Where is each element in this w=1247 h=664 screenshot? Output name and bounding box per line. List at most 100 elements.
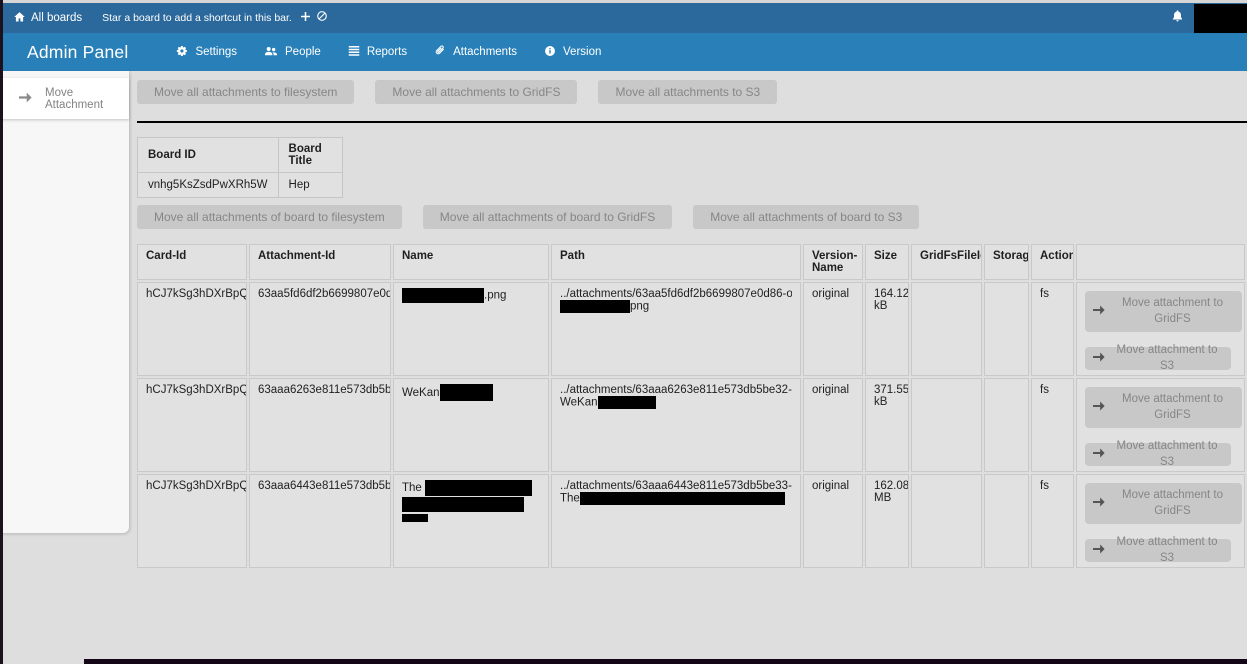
name-cell: .png	[393, 282, 549, 376]
sidebar: Move Attachment	[0, 71, 129, 533]
redacted-text	[402, 514, 428, 522]
gear-icon	[176, 45, 188, 60]
notifications-bell-icon[interactable]	[1171, 9, 1184, 28]
global-actions: Move all attachments to filesystem Move …	[137, 80, 1247, 104]
admin-nav-bar: Admin Panel Settings People Reports	[0, 33, 1247, 71]
divider	[137, 121, 1247, 123]
nav-version[interactable]: Version	[544, 45, 601, 60]
arrow-right-icon	[1093, 497, 1105, 510]
main-content: Move all attachments to filesystem Move …	[137, 71, 1247, 570]
attachments-table: Card-Id Attachment-Id Name Path Version-…	[135, 242, 1247, 570]
arrow-right-icon	[1093, 448, 1105, 461]
redacted-text	[425, 480, 532, 496]
all-boards-label: All boards	[31, 12, 82, 24]
row-buttons-cell: Move attachment to GridFS Move attachmen…	[1076, 474, 1245, 568]
size-cell: 371.55 kB	[865, 378, 909, 472]
sidebar-item-move-attachment[interactable]: Move Attachment	[0, 78, 129, 119]
gridfsfileid-header: GridFsFileId	[911, 244, 982, 280]
attachment-id-cell: 63aa5fd6df2b6699807e0d86	[249, 282, 391, 376]
bottom-edge-bar	[84, 659, 1247, 664]
name-cell: WeKan	[393, 378, 549, 472]
buttons-header	[1076, 244, 1245, 280]
move-attachment-to-gridfs-button[interactable]: Move attachment to GridFS	[1085, 483, 1242, 524]
move-attachment-to-s3-button[interactable]: Move attachment to S3	[1085, 539, 1231, 562]
redacted-text	[402, 497, 524, 512]
attachment-id-cell: 63aaa6263e811e573db5be32	[249, 378, 391, 472]
board-id-cell: vnhg5KsZsdPwXRh5W	[138, 173, 279, 198]
size-cell: 164.12 kB	[865, 282, 909, 376]
move-all-to-filesystem-button[interactable]: Move all attachments to filesystem	[137, 80, 354, 104]
attachment-id-cell: 63aaa6443e811e573db5be33	[249, 474, 391, 568]
move-board-to-filesystem-button[interactable]: Move all attachments of board to filesys…	[137, 205, 402, 229]
action-cell: fs	[1031, 378, 1074, 472]
arrow-right-icon	[1093, 305, 1105, 318]
move-all-to-gridfs-button[interactable]: Move all attachments to GridFS	[375, 80, 577, 104]
redacted-user-avatar[interactable]	[1194, 4, 1247, 33]
row-buttons-cell: Move attachment to GridFS Move attachmen…	[1076, 378, 1245, 472]
board-table: Board ID Board Title vnhg5KsZsdPwXRh5W H…	[137, 137, 343, 198]
arrow-right-icon	[1093, 352, 1105, 365]
move-attachment-to-gridfs-button[interactable]: Move attachment to GridFS	[1085, 291, 1242, 332]
name-cell: The	[393, 474, 549, 568]
sidebar-item-label: Move Attachment	[45, 87, 129, 111]
redacted-text	[598, 396, 656, 409]
name-header: Name	[393, 244, 549, 280]
board-title-cell: Hep	[278, 173, 342, 198]
redacted-text	[402, 288, 484, 303]
path-cell: ../attachments/63aaa6263e811e573db5be32-…	[551, 378, 801, 472]
path-cell: ../attachments/63aa5fd6df2b6699807e0d86-…	[551, 282, 801, 376]
path-header: Path	[551, 244, 801, 280]
board-id-header: Board ID	[138, 138, 279, 173]
attachment-row: hCJ7kSg3hDXrBpQQa 63aaa6443e811e573db5be…	[137, 474, 1245, 568]
arrow-right-icon	[19, 90, 32, 108]
board-title-header: Board Title	[278, 138, 342, 173]
storage-cell	[984, 378, 1029, 472]
redacted-text	[440, 384, 493, 401]
nav-settings-label: Settings	[195, 46, 237, 58]
move-attachment-to-s3-button[interactable]: Move attachment to S3	[1085, 347, 1231, 370]
storage-cell	[984, 282, 1029, 376]
action-cell: fs	[1031, 474, 1074, 568]
action-cell: fs	[1031, 282, 1074, 376]
nav-reports-label: Reports	[367, 46, 407, 58]
redacted-text	[560, 300, 630, 313]
storage-cell	[984, 474, 1029, 568]
nav-attachments-label: Attachments	[453, 46, 517, 58]
path-cell: ../attachments/63aaa6443e811e573db5be33-…	[551, 474, 801, 568]
move-attachment-to-gridfs-button[interactable]: Move attachment to GridFS	[1085, 387, 1242, 428]
nav-version-label: Version	[563, 46, 601, 58]
arrow-right-icon	[1093, 401, 1105, 414]
move-attachment-to-s3-button[interactable]: Move attachment to S3	[1085, 443, 1231, 466]
info-icon	[544, 45, 556, 60]
add-shortcut-plus-icon[interactable]	[300, 9, 311, 27]
wekan-admin-panel: All boards Star a board to add a shortcu…	[0, 0, 1247, 664]
star-board-hint: Star a board to add a shortcut in this b…	[102, 12, 292, 24]
move-board-to-s3-button[interactable]: Move all attachments of board to S3	[693, 205, 919, 229]
nav-people[interactable]: People	[264, 45, 321, 60]
attachment-row: hCJ7kSg3hDXrBpQQa 63aaa6263e811e573db5be…	[137, 378, 1245, 472]
attachment-row: hCJ7kSg3hDXrBpQQa 63aa5fd6df2b6699807e0d…	[137, 282, 1245, 376]
redacted-text	[580, 492, 785, 505]
size-cell: 162.08 MB	[865, 474, 909, 568]
version-name-cell: original	[803, 282, 863, 376]
top-edge-line	[0, 0, 1247, 3]
card-id-cell: hCJ7kSg3hDXrBpQQa	[137, 282, 247, 376]
nav-settings[interactable]: Settings	[176, 45, 237, 60]
all-boards-link[interactable]: All boards	[13, 11, 82, 26]
card-id-cell: hCJ7kSg3hDXrBpQQa	[137, 378, 247, 472]
nav-reports[interactable]: Reports	[348, 45, 407, 59]
move-board-to-gridfs-button[interactable]: Move all attachments of board to GridFS	[423, 205, 672, 229]
row-buttons-cell: Move attachment to GridFS Move attachmen…	[1076, 282, 1245, 376]
nav-attachments[interactable]: Attachments	[434, 44, 517, 60]
home-icon	[13, 11, 26, 26]
board-row: vnhg5KsZsdPwXRh5W Hep	[138, 173, 343, 198]
version-name-header: Version-Name	[803, 244, 863, 280]
version-name-cell: original	[803, 474, 863, 568]
top-bar: All boards Star a board to add a shortcu…	[0, 3, 1247, 33]
people-icon	[264, 45, 278, 60]
move-all-to-s3-button[interactable]: Move all attachments to S3	[598, 80, 777, 104]
nav-people-label: People	[285, 46, 321, 58]
gridfsfileid-cell	[911, 378, 982, 472]
storage-header: Storage	[984, 244, 1029, 280]
ban-icon[interactable]	[316, 9, 328, 27]
